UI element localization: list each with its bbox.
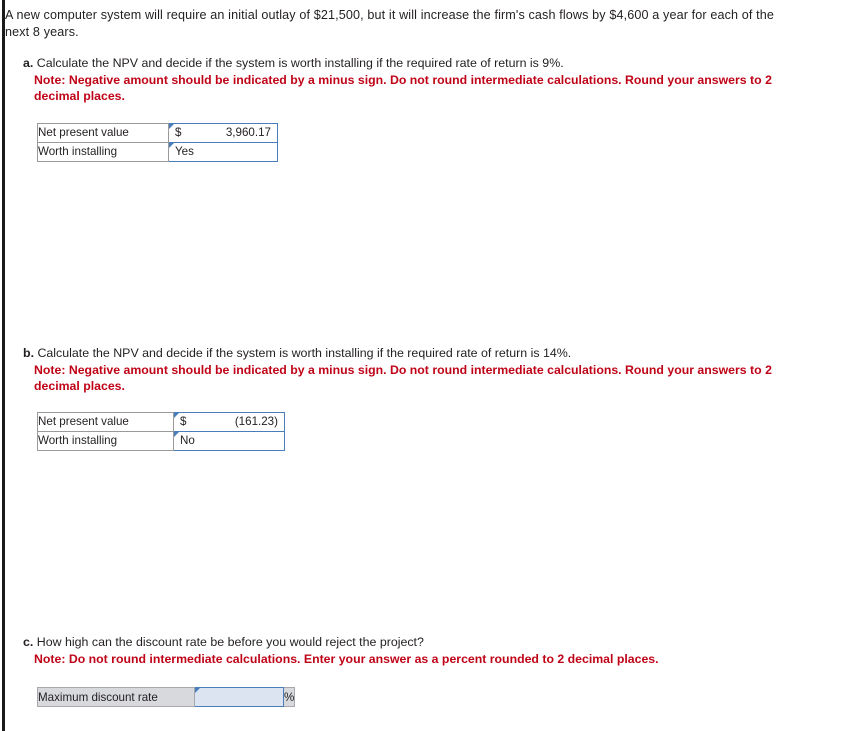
part-b-npv-input[interactable]: $ (161.23) — [173, 412, 285, 432]
part-a-npv-currency: $ — [175, 126, 182, 139]
part-b-block: b. Calculate the NPV and decide if the s… — [23, 345, 823, 394]
part-b-question-text: Calculate the NPV and decide if the syst… — [37, 346, 572, 360]
part-c-rate-label: Maximum discount rate — [37, 687, 195, 707]
part-c-rate-input[interactable] — [194, 687, 284, 707]
part-b-worth-value: No — [180, 434, 195, 447]
part-c-question-text: How high can the discount rate be before… — [36, 635, 424, 649]
part-a-note: Note: Negative amount should be indicate… — [34, 73, 772, 103]
part-c-question-line: c. How high can the discount rate be bef… — [23, 634, 823, 650]
part-a-worth-input[interactable]: Yes — [168, 142, 278, 162]
table-row: Maximum discount rate % — [37, 687, 296, 707]
part-b-answer-table: Net present value $ (161.23) Worth insta… — [37, 412, 285, 451]
part-c-answer-table: Maximum discount rate % — [37, 687, 296, 707]
page-left-edge-rule — [2, 0, 5, 731]
part-b-npv-value: (161.23) — [234, 415, 278, 428]
part-a-npv-label: Net present value — [37, 123, 169, 143]
part-c-letter: c. — [23, 635, 34, 649]
table-row: Worth installing Yes — [37, 142, 278, 162]
part-c-percent-suffix: % — [283, 687, 296, 707]
worksheet-page: A new computer system will require an in… — [0, 0, 866, 731]
part-a-npv-input[interactable]: $ 3,960.17 — [168, 123, 278, 143]
part-b-note: Note: Negative amount should be indicate… — [34, 363, 772, 393]
part-a-block: a. Calculate the NPV and decide if the s… — [23, 55, 823, 104]
part-b-worth-input[interactable]: No — [173, 431, 285, 451]
part-a-letter: a. — [23, 56, 34, 70]
part-b-worth-label: Worth installing — [37, 431, 174, 451]
comment-flag-icon — [195, 688, 200, 693]
part-c-note: Note: Do not round intermediate calculat… — [34, 652, 659, 666]
part-b-npv-label: Net present value — [37, 412, 174, 432]
part-a-question-text: Calculate the NPV and decide if the syst… — [36, 56, 564, 70]
part-a-answer-table: Net present value $ 3,960.17 Worth insta… — [37, 123, 278, 162]
part-a-worth-label: Worth installing — [37, 142, 169, 162]
table-row: Net present value $ (161.23) — [37, 412, 285, 432]
part-b-letter: b. — [23, 346, 35, 360]
part-a-question-line: a. Calculate the NPV and decide if the s… — [23, 55, 823, 71]
part-b-question-line: b. Calculate the NPV and decide if the s… — [23, 345, 823, 361]
part-a-worth-value: Yes — [175, 145, 194, 158]
part-b-npv-currency: $ — [180, 415, 187, 428]
part-c-block: c. How high can the discount rate be bef… — [23, 634, 823, 668]
table-row: Worth installing No — [37, 431, 285, 451]
part-a-npv-value: 3,960.17 — [225, 126, 271, 139]
question-intro: A new computer system will require an in… — [5, 8, 775, 39]
table-row: Net present value $ 3,960.17 — [37, 123, 278, 143]
